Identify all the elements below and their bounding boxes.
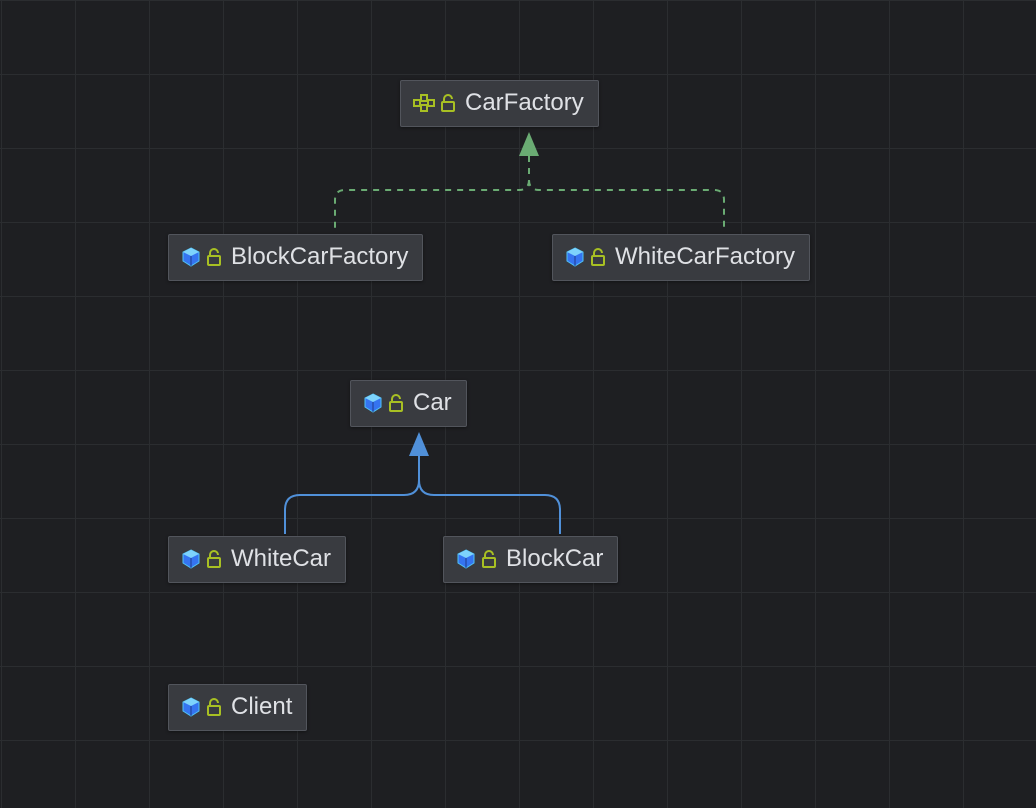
- node-carfactory[interactable]: CarFactory: [400, 80, 599, 127]
- node-label: Client: [231, 693, 292, 722]
- interface-icon: [413, 94, 435, 112]
- unlock-icon: [207, 550, 223, 568]
- edge-whitecar-to-car: [285, 456, 419, 534]
- class-icon: [181, 697, 201, 717]
- unlock-icon: [207, 698, 223, 716]
- node-label: BlockCarFactory: [231, 243, 408, 272]
- node-blockcar[interactable]: BlockCar: [443, 536, 618, 583]
- node-car[interactable]: Car: [350, 380, 467, 427]
- extends-arrowhead: [409, 432, 429, 456]
- node-whitecar[interactable]: WhiteCar: [168, 536, 346, 583]
- node-blockcarfactory[interactable]: BlockCarFactory: [168, 234, 423, 281]
- node-label: WhiteCar: [231, 545, 331, 574]
- node-client[interactable]: Client: [168, 684, 307, 731]
- node-whitecarfactory[interactable]: WhiteCarFactory: [552, 234, 810, 281]
- class-icon: [181, 549, 201, 569]
- node-label: Car: [413, 389, 452, 418]
- unlock-icon: [482, 550, 498, 568]
- class-icon: [363, 393, 383, 413]
- node-label: BlockCar: [506, 545, 603, 574]
- edge-blockcarfactory-to-carfactory: [335, 156, 529, 232]
- node-label: CarFactory: [465, 89, 584, 118]
- unlock-icon: [591, 248, 607, 266]
- edge-whitecarfactory-to-carfactory: [529, 156, 724, 232]
- unlock-icon: [441, 94, 457, 112]
- class-icon: [181, 247, 201, 267]
- class-icon: [565, 247, 585, 267]
- extends-arrowhead: [519, 132, 539, 156]
- node-label: WhiteCarFactory: [615, 243, 795, 272]
- edge-blockcar-to-car: [419, 456, 560, 534]
- diagram-canvas[interactable]: CarFactory BlockCarFactory: [0, 0, 1036, 808]
- unlock-icon: [389, 394, 405, 412]
- class-icon: [456, 549, 476, 569]
- unlock-icon: [207, 248, 223, 266]
